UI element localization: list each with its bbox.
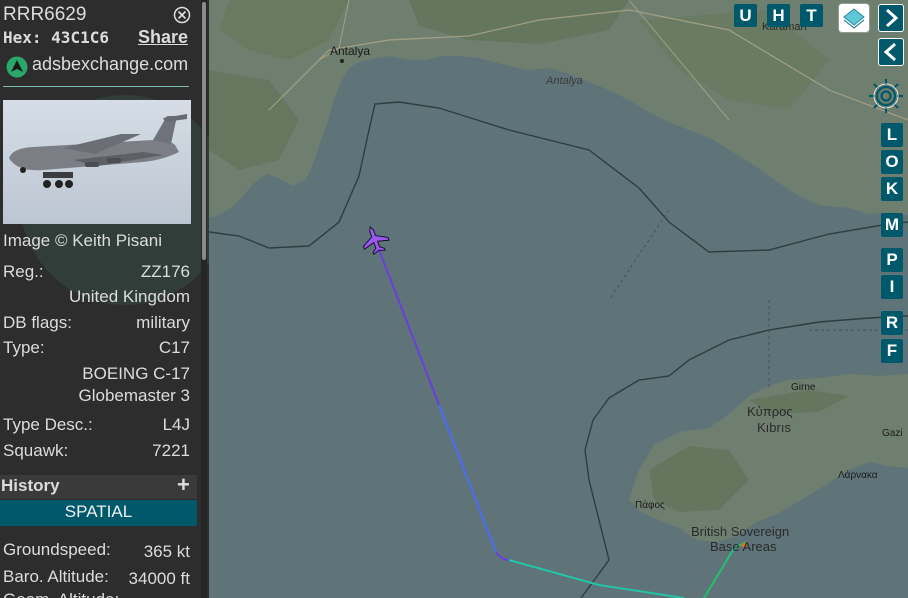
dbflags-value: military (136, 313, 190, 332)
dbflags-label: DB flags: (3, 313, 72, 332)
info-panel-content: RRR6629 Hex: 43C1C6 Share adsbexchange.c… (0, 0, 209, 598)
button-l[interactable]: L (881, 123, 903, 147)
hex-value: 43C1C6 (51, 28, 109, 47)
close-icon[interactable] (173, 6, 191, 24)
button-t[interactable]: T (800, 4, 823, 27)
callsign: RRR6629 (3, 4, 87, 25)
typedesc-label: Type Desc.: (3, 415, 93, 434)
button-u[interactable]: U (734, 4, 757, 27)
history-label: History (1, 476, 60, 495)
adsbexchange-link[interactable]: adsbexchange.com (32, 54, 188, 75)
button-i[interactable]: I (881, 275, 903, 299)
layers-icon (843, 8, 865, 29)
button-o[interactable]: O (881, 150, 903, 174)
type-value: C17 (158, 338, 190, 357)
map-label-girne: Girne (791, 382, 816, 393)
baro-altitude-value: 34000 ft (128, 569, 190, 588)
reg-label: Reg.: (3, 262, 44, 281)
map-view[interactable]: Antalya Antalya Karaman Κύπρος Kıbrıs Gi… (209, 0, 908, 598)
city-dot (340, 59, 344, 63)
squawk-value: 7221 (152, 441, 190, 460)
reg-value: ZZ176 (140, 262, 190, 281)
button-r[interactable]: R (881, 311, 903, 335)
aircraft-info-panel: RRR6629 Hex: 43C1C6 Share adsbexchange.c… (0, 0, 209, 598)
map-label-sba-line1: British Sovereign (691, 524, 789, 539)
groundspeed-label: Groundspeed: (3, 540, 111, 559)
hex-label: Hex: (3, 28, 42, 47)
settings-gear-icon[interactable] (866, 76, 906, 116)
type-name-line1: BOEING C-17 (82, 364, 190, 383)
expand-right-button[interactable] (878, 4, 904, 32)
map-label-sba-line2: Base Areas (710, 539, 777, 554)
button-m[interactable]: M (881, 213, 903, 237)
aircraft-photo[interactable] (3, 100, 191, 224)
button-f[interactable]: F (881, 339, 903, 363)
map-label-larnaca: Λάρνακα (838, 469, 878, 481)
typedesc-value: L4J (162, 415, 190, 434)
adsbexchange-logo-icon (6, 56, 28, 78)
sidebar-scrollbar-thumb[interactable] (202, 2, 206, 260)
map-label-antalya-city: Antalya (330, 44, 370, 58)
type-name-line2: Globemaster 3 (78, 386, 191, 405)
geom-altitude-label: Geom. Altitude: (3, 590, 119, 598)
button-p[interactable]: P (881, 248, 903, 272)
groundspeed-value: 365 kt (143, 542, 190, 561)
map-canvas[interactable]: Antalya Antalya Karaman Κύπρος Kıbrıs Gi… (209, 0, 908, 598)
button-h[interactable]: H (767, 4, 790, 27)
share-link[interactable]: Share (138, 27, 188, 48)
chevron-right-icon (886, 8, 899, 28)
map-label-cyprus-tr: Kıbrıs (757, 420, 791, 435)
squawk-label: Squawk: (3, 441, 69, 460)
map-label-cyprus-gr: Κύπρος (747, 404, 793, 419)
aircraft-photo-image (3, 100, 191, 224)
hex-code: Hex: 43C1C6 (3, 28, 109, 47)
chevron-left-icon (883, 42, 896, 62)
map-label-gazimagusa: Gazi (882, 428, 903, 439)
layers-button[interactable] (838, 3, 870, 33)
map-label-antalya-region: Antalya (545, 75, 583, 87)
photo-credit: Image © Keith Pisani (3, 231, 162, 250)
baro-altitude-label: Baro. Altitude: (3, 567, 109, 586)
button-k[interactable]: K (881, 177, 903, 201)
country-value: United Kingdom (69, 287, 190, 306)
collapse-left-button[interactable] (878, 38, 904, 66)
tab-spatial[interactable]: SPATIAL (0, 500, 197, 526)
divider (3, 86, 189, 87)
history-expand-button[interactable]: + (177, 474, 190, 496)
type-label: Type: (3, 338, 45, 357)
map-label-paphos: Πάφος (635, 499, 665, 511)
